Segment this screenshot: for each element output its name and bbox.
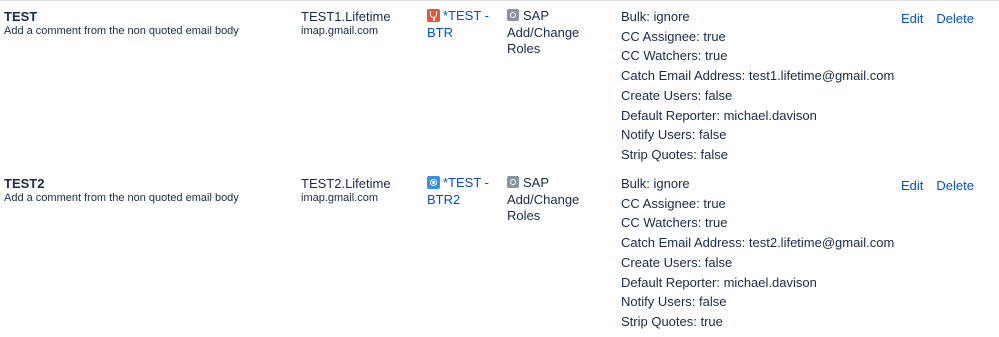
project-link[interactable]: *TEST - BTR2 [427, 175, 497, 208]
param-bulk: Bulk: ignore [621, 9, 690, 24]
handler-params-cell: Bulk: ignore CC Assignee: true CC Watche… [621, 174, 895, 332]
mail-server-host: imap.gmail.com [301, 192, 379, 204]
issue-type-line2: Roles [507, 41, 541, 56]
issue-type-line2: Roles [507, 208, 541, 223]
param-notify-users: Notify Users: false [621, 294, 727, 310]
project-link[interactable]: *TEST - BTR [427, 8, 497, 41]
project-name-line1: *TEST - [443, 175, 489, 190]
issue-type-icon [507, 176, 519, 188]
handler-name: TEST2 [4, 176, 45, 191]
mail-server-host: imap.gmail.com [301, 25, 379, 37]
delete-link[interactable]: Delete [936, 11, 974, 26]
mail-server-cell: TEST2.Lifetime imap.gmail.com [301, 176, 411, 205]
edit-link[interactable]: Edit [901, 11, 923, 26]
operations-cell: Edit Delete [901, 10, 999, 28]
handler-description: Add a comment from the non quoted email … [4, 25, 239, 37]
param-bulk: Bulk: ignore [621, 176, 690, 191]
issue-type: SAP Add/Change Roles [507, 8, 619, 58]
handler-name-cell: TEST2 Add a comment from the non quoted … [4, 176, 284, 205]
mail-server-name: TEST2.Lifetime [301, 176, 391, 191]
delete-link[interactable]: Delete [936, 178, 974, 193]
handler-row: TEST2 Add a comment from the non quoted … [0, 167, 999, 337]
project-cell: *TEST - BTR [427, 8, 497, 41]
handler-name-cell: TEST Add a comment from the non quoted e… [4, 9, 284, 38]
project-avatar-icon [427, 176, 440, 189]
issue-type-cell: SAP Add/Change Roles [507, 8, 619, 58]
issue-type: SAP Add/Change Roles [507, 175, 619, 225]
param-cc-assignee: CC Assignee: true [621, 28, 726, 44]
project-name-line2: BTR2 [427, 191, 461, 207]
project-cell: *TEST - BTR2 [427, 175, 497, 208]
param-cc-assignee: CC Assignee: true [621, 195, 726, 211]
param-default-reporter: Default Reporter: michael.davison [621, 274, 817, 290]
handler-name: TEST [4, 9, 38, 24]
param-strip-quotes: Strip Quotes: true [621, 313, 723, 329]
param-default-reporter: Default Reporter: michael.davison [621, 107, 817, 123]
param-notify-users: Notify Users: false [621, 127, 727, 143]
param-catch-email: Catch Email Address: test1.lifetime@gmai… [621, 68, 895, 84]
handler-description: Add a comment from the non quoted email … [4, 192, 239, 204]
param-catch-email: Catch Email Address: test2.lifetime@gmai… [621, 235, 895, 251]
project-avatar-icon [427, 9, 440, 22]
handler-row: TEST Add a comment from the non quoted e… [0, 0, 999, 167]
mail-server-cell: TEST1.Lifetime imap.gmail.com [301, 9, 411, 38]
mail-server-name: TEST1.Lifetime [301, 9, 391, 24]
param-strip-quotes: Strip Quotes: false [621, 146, 728, 162]
project-name-line2: BTR [427, 24, 453, 40]
project-name-line1: *TEST - [443, 8, 489, 23]
param-cc-watchers: CC Watchers: true [621, 215, 728, 231]
param-create-users: Create Users: false [621, 254, 733, 270]
handler-params-cell: Bulk: ignore CC Assignee: true CC Watche… [621, 7, 895, 165]
operations-cell: Edit Delete [901, 177, 999, 195]
mail-handlers-table: TEST Add a comment from the non quoted e… [0, 0, 999, 337]
param-create-users: Create Users: false [621, 87, 733, 103]
param-cc-watchers: CC Watchers: true [621, 48, 728, 64]
issue-type-cell: SAP Add/Change Roles [507, 175, 619, 225]
edit-link[interactable]: Edit [901, 178, 923, 193]
issue-type-icon [507, 9, 519, 21]
